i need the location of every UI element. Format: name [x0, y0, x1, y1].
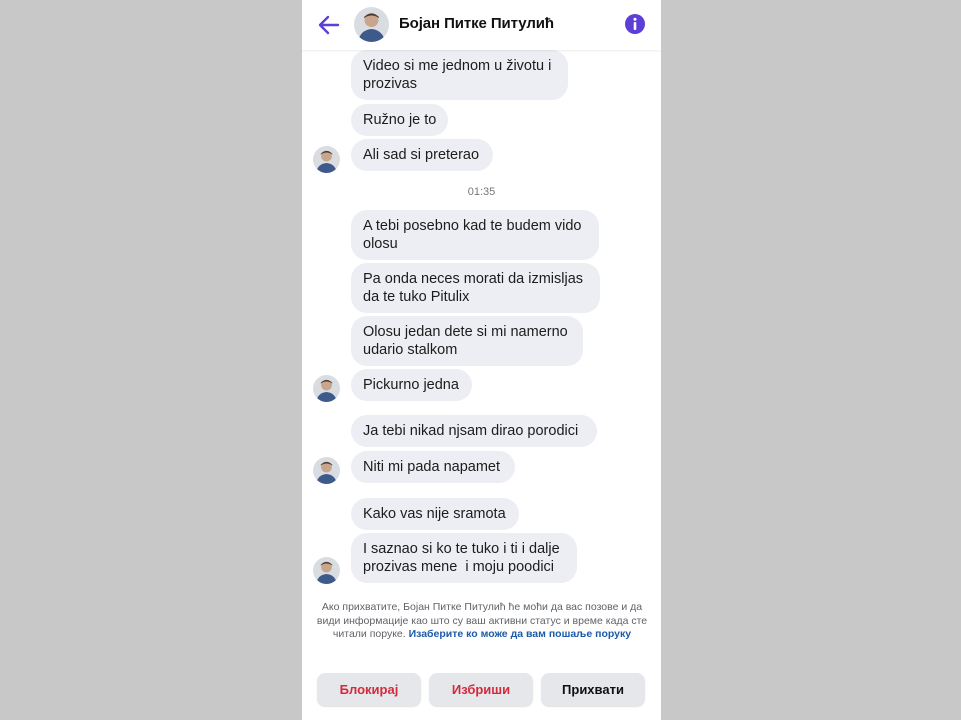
message-text: Pa onda neces morati da izmisljas — [363, 271, 584, 287]
message-bubble[interactable]: Olosu jedan dete si mi namerno udario st… — [351, 316, 583, 366]
message-text: Video si me jednom u životu i — [363, 58, 552, 74]
message-bubble[interactable]: Ružno je to — [351, 104, 448, 136]
message-bubble[interactable]: Pickurno jedna — [351, 369, 472, 401]
request-notice: Ако прихватите, Бојан Питке Питулић ће м… — [314, 601, 650, 642]
message-text: Olosu jedan dete si mi namerno — [363, 324, 568, 340]
block-button[interactable]: Блокирај — [317, 673, 421, 706]
message-text: udario stalkom — [363, 342, 458, 358]
message-text: prozivas — [363, 76, 417, 92]
accept-button[interactable]: Прихвати — [541, 673, 645, 706]
message-text: da te tuko Pitulix — [363, 289, 470, 305]
message-bubble[interactable]: Video si me jednom u životu i prozivas — [351, 50, 568, 100]
message-text: Ali sad si preterao — [363, 147, 480, 163]
message-text: Ja tebi nikad njsam dirao porodici — [363, 423, 579, 439]
message-text: olosu — [363, 236, 398, 252]
message-bubble[interactable]: Pa onda neces morati da izmisljas da te … — [351, 263, 600, 313]
chat-header: Бојан Питке Питулић — [302, 0, 661, 50]
message-bubble[interactable]: Ja tebi nikad njsam dirao porodici — [351, 415, 597, 447]
info-button[interactable] — [624, 13, 646, 35]
sender-avatar[interactable] — [313, 375, 340, 402]
message-bubble[interactable]: I saznao si ko te tuko i ti i dalje proz… — [351, 533, 577, 583]
back-button[interactable] — [316, 12, 342, 38]
arrow-left-icon — [318, 15, 340, 35]
contact-name[interactable]: Бојан Питке Питулић — [399, 15, 554, 32]
messenger-screen: Бојан Питке Питулић Video si me jednom u… — [302, 0, 661, 720]
info-circle-icon — [625, 14, 645, 34]
message-bubble[interactable]: A tebi posebno kad te budem vido olosu — [351, 210, 599, 260]
message-text: Ružno je to — [363, 112, 437, 128]
choose-who-can-message-link[interactable]: Изаберите ко може да вам пошаље поруку — [409, 628, 631, 640]
message-timestamp: 01:35 — [467, 186, 496, 198]
sender-avatar[interactable] — [313, 146, 340, 173]
message-text: A tebi posebno kad te budem vido — [363, 218, 582, 234]
contact-avatar[interactable] — [354, 7, 389, 42]
sender-avatar[interactable] — [313, 457, 340, 484]
message-text: I saznao si ko te tuko i ti i dalje — [363, 541, 560, 557]
message-text: prozivas mene i moju poodici — [363, 559, 555, 575]
message-bubble[interactable]: Ali sad si preterao — [351, 139, 493, 171]
message-bubble[interactable]: Kako vas nije sramota — [351, 498, 519, 530]
message-bubble[interactable]: Niti mi pada napamet — [351, 451, 515, 483]
delete-button[interactable]: Избриши — [429, 673, 533, 706]
message-text: Pickurno jedna — [363, 377, 459, 393]
message-text: Niti mi pada napamet — [363, 459, 501, 475]
message-text: Kako vas nije sramota — [363, 506, 506, 522]
sender-avatar[interactable] — [313, 557, 340, 584]
